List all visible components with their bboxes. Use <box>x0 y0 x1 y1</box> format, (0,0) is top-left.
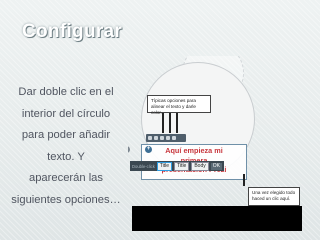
style-bar-label: Double-click <box>132 163 155 169</box>
tooltip-click-ok: Una vez elegido todo haced un clic aquí. <box>248 187 300 206</box>
instructions-line: para poder añadir <box>21 129 111 141</box>
text-format-toolbar[interactable] <box>146 134 186 142</box>
arrow-line <box>169 113 171 133</box>
info-icon: i <box>128 146 130 153</box>
instructions-text: Dar doble clic en el interior del círcul… <box>8 82 124 211</box>
align-left-icon[interactable] <box>148 136 152 140</box>
align-center-icon[interactable] <box>154 136 158 140</box>
instructions-line: Dar doble clic en el <box>18 86 114 98</box>
arrow-line <box>176 113 178 133</box>
instructions-line: interior del círculo <box>21 107 111 120</box>
style-title2-button[interactable]: Title <box>174 161 190 171</box>
slide-title: Configurar <box>22 21 123 42</box>
align-right-icon[interactable] <box>160 136 164 140</box>
plus-icon[interactable]: + <box>145 146 152 153</box>
prezi-screenshot: Típicas opciones para alinear el texto y… <box>128 56 308 234</box>
instructions-line: aparecerán las <box>28 172 103 184</box>
style-body-button[interactable]: Body <box>191 161 209 171</box>
style-title-button[interactable]: Title <box>156 161 173 171</box>
style-selector-bar: Double-click Title Title Body OK <box>130 161 224 171</box>
redacted-panel <box>132 206 302 231</box>
arrow-line <box>243 174 245 186</box>
color-icon[interactable] <box>166 136 170 140</box>
instructions-line: siguientes opciones… <box>11 193 121 206</box>
ok-button[interactable]: OK <box>210 162 222 170</box>
list-icon[interactable] <box>172 136 176 140</box>
arrow-line <box>162 113 164 133</box>
tooltip-align-color: Típicas opciones para alinear el texto y… <box>147 95 211 115</box>
instructions-line: texto. Y <box>47 150 85 163</box>
